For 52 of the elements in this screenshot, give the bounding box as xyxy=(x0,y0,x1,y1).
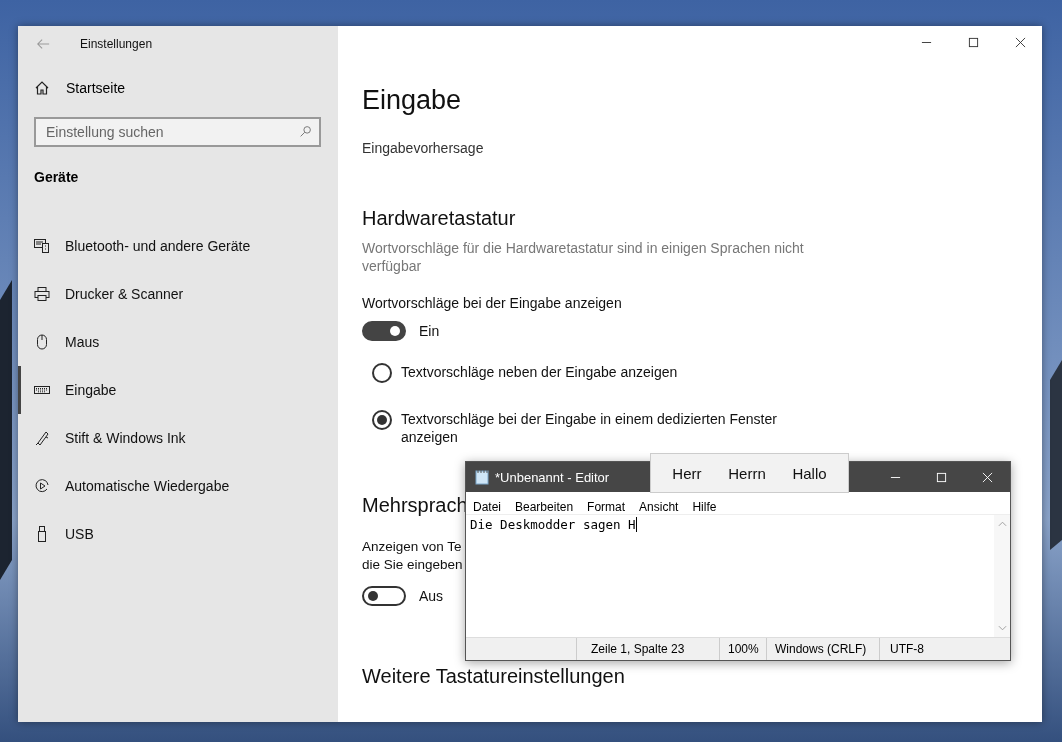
sidebar-item[interactable]: Maus xyxy=(18,318,338,366)
home-link[interactable]: Startseite xyxy=(34,76,126,100)
menu-item[interactable]: Datei xyxy=(473,500,501,514)
status-cell-text: UTF-8 xyxy=(889,641,925,658)
radio-button[interactable] xyxy=(372,410,392,430)
home-icon xyxy=(34,80,50,96)
sidebar-item[interactable]: Bluetooth- und andere Geräte xyxy=(18,222,338,270)
setting-description: die Sie eingeben xyxy=(362,556,463,574)
search-field[interactable]: Einstellung suchen xyxy=(34,117,321,147)
printer-icon xyxy=(34,286,50,302)
page-title: Eingabe xyxy=(362,84,462,117)
toggle-switch[interactable] xyxy=(362,321,406,341)
pen-icon xyxy=(34,430,50,446)
section-note: Wortvorschläge für die Hardwaretastatur sind in einigen Sprachen nicht verfügbar xyxy=(362,239,805,275)
autoplay-icon xyxy=(34,478,50,494)
sidebar-item[interactable]: Stift & Windows Ink xyxy=(18,414,338,462)
section-heading: Weitere Tastatureinstellungen xyxy=(362,664,625,689)
window-title: Einstellungen xyxy=(80,37,153,51)
status-cell: Windows (CRLF) xyxy=(767,638,880,660)
section-heading: Mehrsprach xyxy=(362,493,468,518)
notepad-icon xyxy=(475,469,489,485)
radio-button[interactable] xyxy=(372,363,392,383)
menu-item[interactable]: Hilfe xyxy=(692,500,717,514)
setting-label: Wortvorschläge bei der Eingabe anzeigen xyxy=(362,295,622,311)
status-cell: Zeile 1, Spalte 23 xyxy=(577,638,720,660)
option-label: Textvorschläge bei der Eingabe in einem dedizierten Fenster anzeigen xyxy=(401,410,778,446)
section-heading: Hardwaretastatur xyxy=(362,206,516,231)
setting-link[interactable]: Eingabevorhersage xyxy=(362,140,484,156)
editor-title: *Unbenannt - Editor xyxy=(495,469,610,485)
search-icon xyxy=(299,125,312,138)
sidebar-item[interactable]: Drucker & Scanner xyxy=(18,270,338,318)
menu-item[interactable]: Format xyxy=(587,500,626,514)
menu-item[interactable]: Ansicht xyxy=(639,500,679,514)
sidebar-item[interactable]: USB xyxy=(18,510,338,558)
toggle-state: Ein xyxy=(419,323,440,339)
sidebar-item[interactable]: Automatische Wiedergabe xyxy=(18,462,338,510)
option-label: Textvorschläge neben der Eingabe anzeigen xyxy=(401,363,678,381)
menu-item[interactable]: Bearbeiten xyxy=(515,500,574,514)
status-cell: 100% xyxy=(720,638,767,660)
sidebar-item[interactable]: Eingabe xyxy=(18,366,338,414)
suggestion-item[interactable]: Herrn xyxy=(724,460,770,486)
category-heading: Geräte xyxy=(34,169,79,185)
suggestion-item[interactable]: Herr xyxy=(668,460,706,486)
toggle-switch[interactable] xyxy=(362,586,406,606)
keyboard-device-icon xyxy=(34,238,50,254)
toggle-state: Aus xyxy=(419,588,444,604)
setting-description: Anzeigen von Te xyxy=(362,538,462,556)
text-area[interactable]: Die Deskmodder sagen H xyxy=(466,515,994,637)
maximize-icon[interactable] xyxy=(968,37,979,48)
close-icon[interactable] xyxy=(1015,37,1026,48)
mouse-icon xyxy=(34,334,50,350)
suggestion-item[interactable]: Hallo xyxy=(788,460,831,486)
